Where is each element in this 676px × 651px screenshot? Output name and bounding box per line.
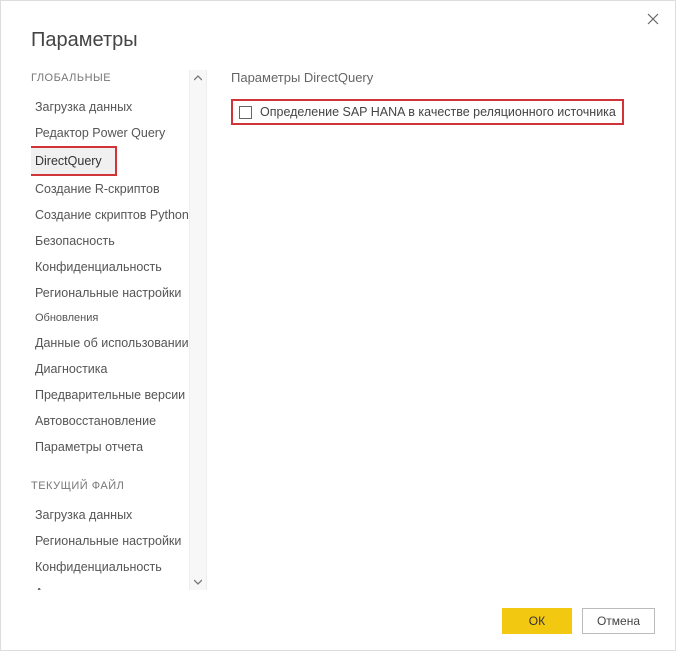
scroll-track[interactable] <box>190 86 206 574</box>
sidebar-item-pq-editor[interactable]: Редактор Power Query <box>31 120 199 146</box>
sidebar-item-python-scripts[interactable]: Создание скриптов Python <box>31 202 199 228</box>
sidebar-item-diagnostics[interactable]: Диагностика <box>31 356 199 382</box>
sidebar-item-r-scripts[interactable]: Создание R-скриптов <box>31 176 199 202</box>
content-area: ГЛОБАЛЬНЫЕ Загрузка данных Редактор Powe… <box>1 70 675 590</box>
sidebar-item-security[interactable]: Безопасность <box>31 228 199 254</box>
sidebar-item-file-auto-recovery[interactable]: Автовосстановление <box>31 580 199 590</box>
sidebar-item-preview-features[interactable]: Предварительные версии функций <box>31 382 199 408</box>
dialog-title: Параметры <box>1 1 675 70</box>
sidebar-item-auto-recovery[interactable]: Автовосстановление <box>31 408 199 434</box>
main-panel: Параметры DirectQuery Определение SAP HA… <box>199 70 659 590</box>
scroll-up-icon[interactable] <box>190 70 206 86</box>
sidebar-item-file-privacy[interactable]: Конфиденциальность <box>31 554 199 580</box>
sidebar-item-updates[interactable]: Обновления <box>31 306 199 330</box>
sidebar-scrollbar[interactable] <box>189 70 207 590</box>
sap-hana-checkbox-label: Определение SAP HANA в качестве реляцион… <box>260 105 616 119</box>
sidebar-item-usage[interactable]: Данные об использовании <box>31 330 199 356</box>
sidebar-item-file-regional[interactable]: Региональные настройки <box>31 528 199 554</box>
sidebar-section-current-file: ТЕКУЩИЙ ФАЙЛ <box>31 480 199 492</box>
close-icon[interactable] <box>643 9 663 29</box>
panel-heading: Параметры DirectQuery <box>231 70 659 85</box>
sidebar-item-directquery[interactable]: DirectQuery <box>31 146 117 176</box>
sap-hana-checkbox-row[interactable]: Определение SAP HANA в качестве реляцион… <box>231 99 624 125</box>
dialog-footer: ОК Отмена <box>502 608 655 634</box>
sidebar-item-data-load[interactable]: Загрузка данных <box>31 94 199 120</box>
sidebar-section-global: ГЛОБАЛЬНЫЕ <box>31 72 199 84</box>
sidebar-item-regional[interactable]: Региональные настройки <box>31 280 199 306</box>
sidebar-item-report-settings[interactable]: Параметры отчета <box>31 434 199 460</box>
cancel-button[interactable]: Отмена <box>582 608 655 634</box>
scroll-down-icon[interactable] <box>190 574 206 590</box>
sidebar-item-file-data-load[interactable]: Загрузка данных <box>31 502 199 528</box>
sap-hana-checkbox[interactable] <box>239 106 252 119</box>
ok-button[interactable]: ОК <box>502 608 572 634</box>
sidebar: ГЛОБАЛЬНЫЕ Загрузка данных Редактор Powe… <box>31 70 199 590</box>
sidebar-item-privacy[interactable]: Конфиденциальность <box>31 254 199 280</box>
